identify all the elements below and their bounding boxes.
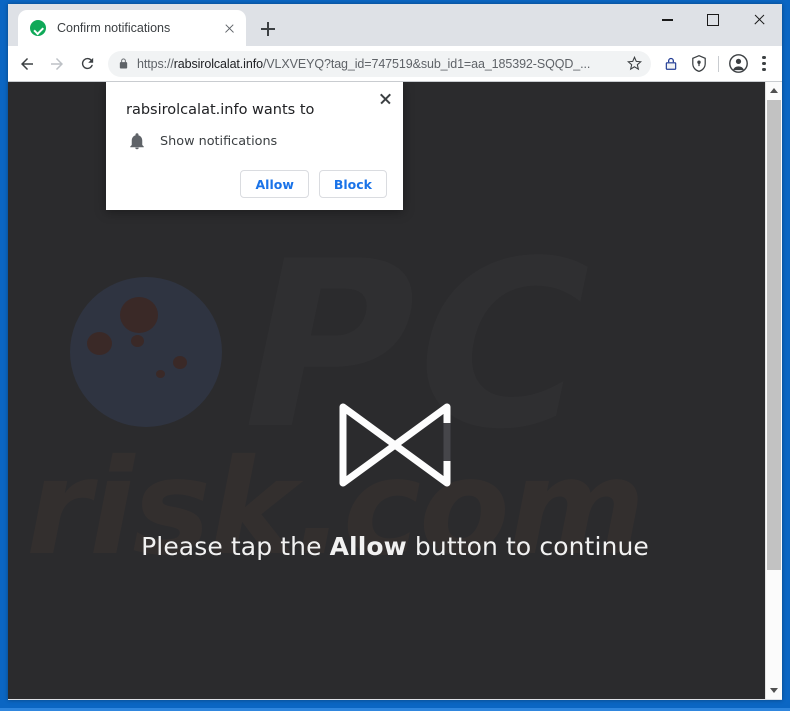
back-icon[interactable] [12,49,42,79]
crater [87,332,112,355]
maximize-button[interactable] [690,4,736,36]
toolbar-divider [718,55,719,72]
extension-icon[interactable] [657,50,685,78]
scrollbar-thumb[interactable] [767,100,781,570]
padlock-icon [112,53,134,75]
minimize-button[interactable] [644,4,690,36]
overflow-menu-icon[interactable] [752,50,776,78]
scroll-up-icon[interactable] [766,82,782,99]
bookmark-star-icon[interactable] [621,51,647,77]
scroll-down-icon[interactable] [766,682,782,699]
bell-icon [128,132,146,150]
window-controls [644,4,782,36]
block-button[interactable]: Block [318,170,387,198]
tagline-after: button to continue [406,532,649,561]
hourglass-bowtie-icon [339,403,451,487]
allow-button[interactable]: Allow [240,170,309,198]
notification-permission-dialog: rabsirolcalat.info wants to Show notific… [106,82,403,210]
url-text: https://rabsirolcalat.info/VLXVEYQ?tag_i… [137,56,591,71]
crater [173,356,187,369]
browser-window: Confirm notifications https://rabsirolca… [8,4,782,700]
page-viewport: PC risk.com Please tap the Allow button … [8,82,782,699]
crater [120,297,158,333]
profile-avatar-icon[interactable] [724,50,752,78]
address-bar[interactable]: https://rabsirolcalat.info/VLXVEYQ?tag_i… [108,50,651,77]
green-check-circle-icon [30,20,46,36]
forward-icon[interactable] [42,49,72,79]
browser-toolbar: https://rabsirolcalat.info/VLXVEYQ?tag_i… [8,46,782,82]
desktop-background: Confirm notifications https://rabsirolca… [0,0,790,711]
tab-strip: Confirm notifications [8,4,782,46]
dialog-title: rabsirolcalat.info wants to [126,102,315,118]
dialog-close-icon[interactable] [376,90,394,108]
page-tagline: Please tap the Allow button to continue [8,532,782,561]
close-icon[interactable] [220,19,238,37]
browser-tab[interactable]: Confirm notifications [18,10,246,46]
reload-icon[interactable] [72,49,102,79]
dialog-permission-label: Show notifications [160,133,278,149]
crater [131,335,144,347]
window-close-button[interactable] [736,4,782,36]
tagline-before: Please tap the [141,532,330,561]
shield-icon[interactable] [685,50,713,78]
tab-title: Confirm notifications [57,21,171,35]
dialog-actions: Allow Block [122,170,387,198]
vertical-scrollbar[interactable] [765,82,782,699]
dialog-permission-row: Show notifications [128,132,387,150]
new-tab-button[interactable] [256,17,280,41]
brand-mark [8,397,782,493]
tagline-emphasis: Allow [329,532,407,561]
crater [156,370,165,378]
